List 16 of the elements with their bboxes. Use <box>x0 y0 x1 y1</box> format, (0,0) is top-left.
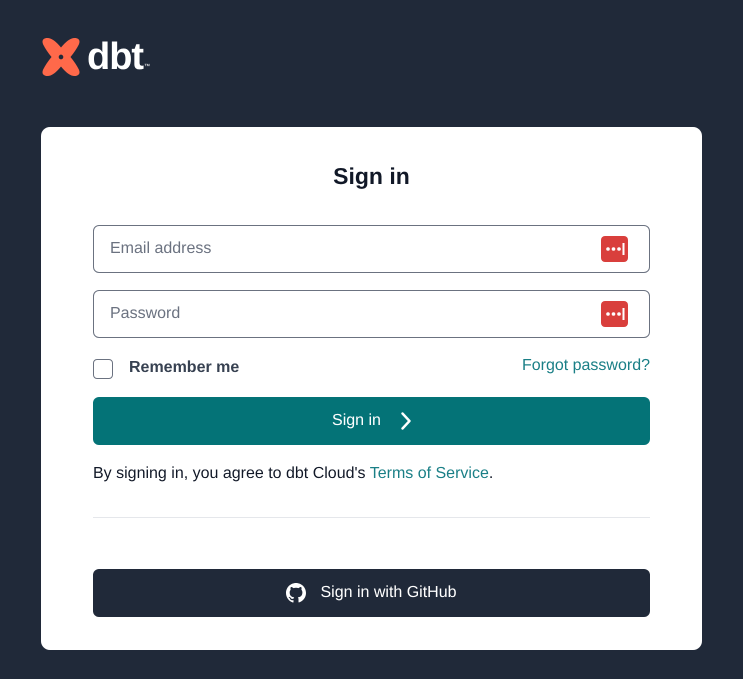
remember-label[interactable]: Remember me <box>129 359 240 377</box>
remember-checkbox[interactable] <box>93 359 113 379</box>
logo-icon <box>41 37 81 77</box>
github-sign-in-button[interactable]: Sign in with GitHub <box>93 569 650 617</box>
terms-link[interactable]: Terms of Service <box>370 465 489 482</box>
github-icon <box>286 583 306 603</box>
sign-in-button[interactable]: Sign in <box>93 397 650 445</box>
password-manager-icon[interactable] <box>601 301 628 327</box>
logo-wordmark: dbt <box>87 37 144 77</box>
password-manager-icon[interactable] <box>601 236 628 262</box>
email-field[interactable]: Email address <box>93 225 650 273</box>
password-field[interactable]: Password <box>93 290 650 338</box>
chevron-right-icon <box>400 412 411 430</box>
card-title: Sign in <box>332 162 411 191</box>
terms-text: By signing in, you agree to dbt Cloud's Terms of Service. <box>93 464 494 484</box>
forgot-password-link[interactable]: Forgot password? <box>522 357 650 375</box>
